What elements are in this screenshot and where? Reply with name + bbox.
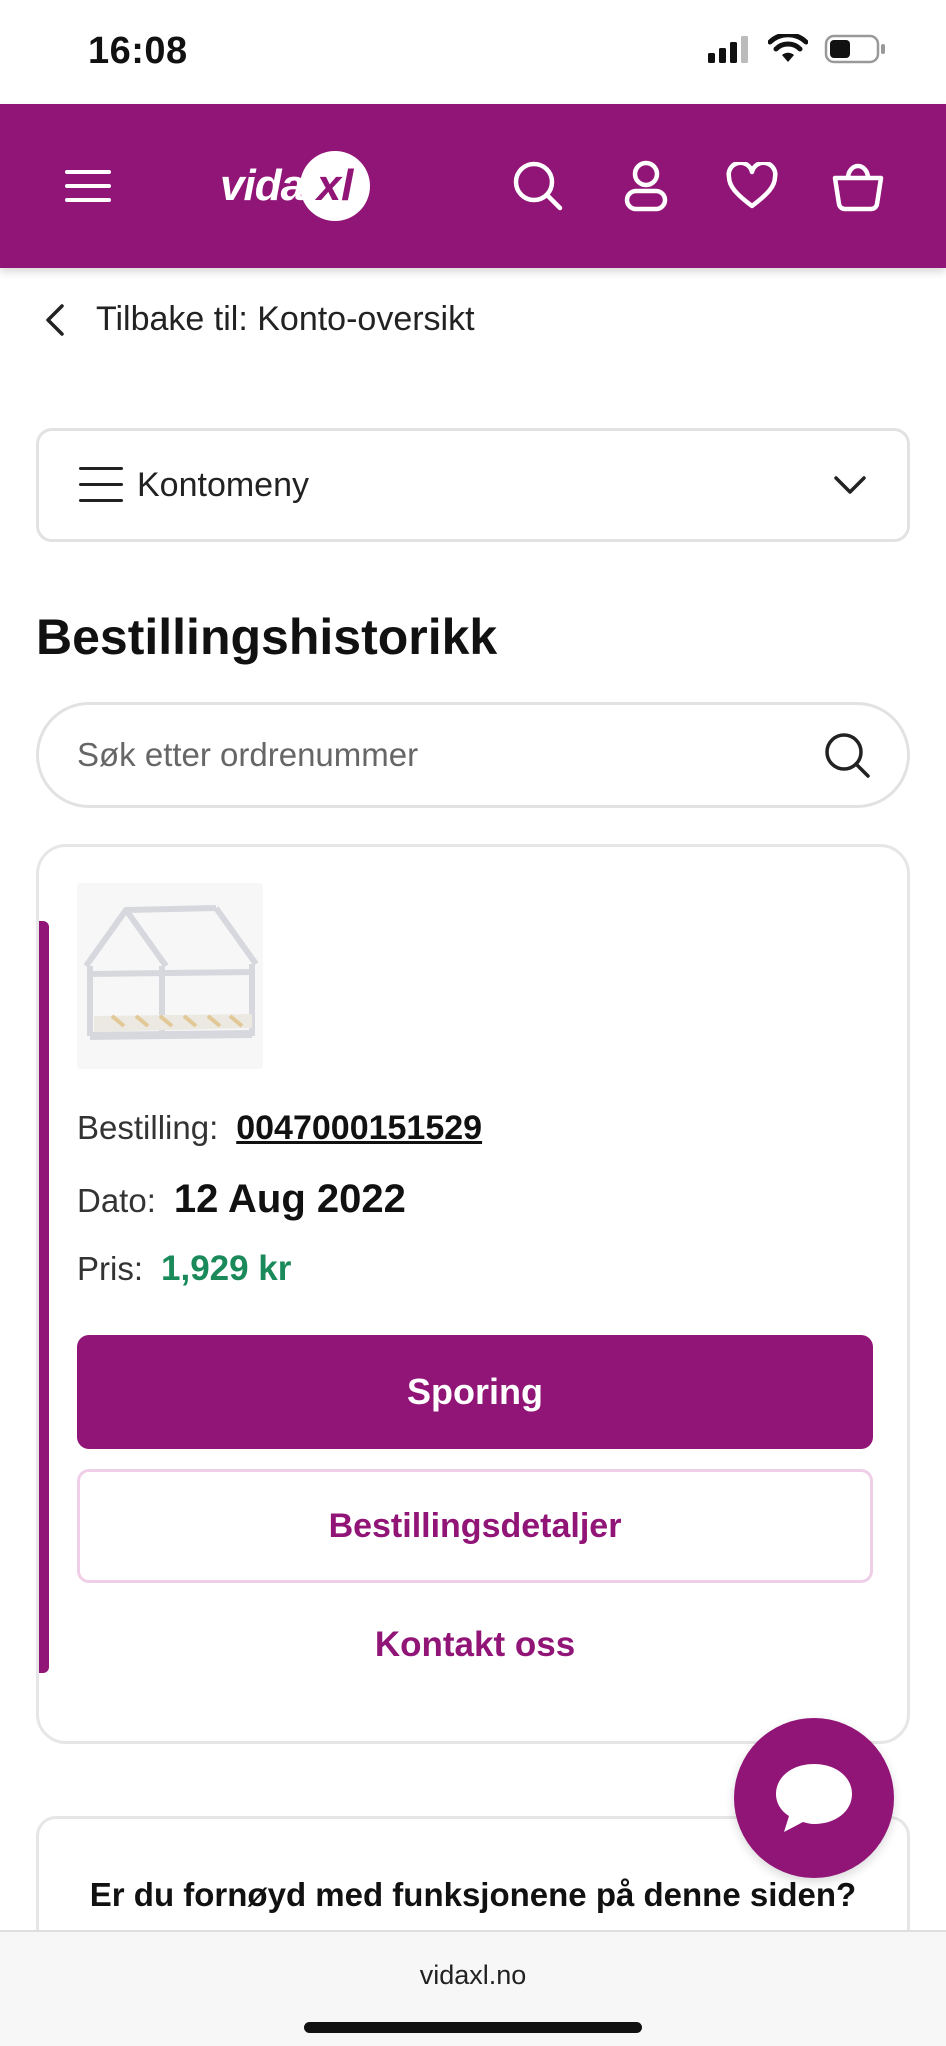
house-bed-image xyxy=(80,886,260,1066)
status-bar: 16:08 xyxy=(0,0,946,104)
account-button[interactable] xyxy=(614,154,678,218)
menu-button[interactable] xyxy=(56,154,120,218)
product-thumbnail[interactable] xyxy=(77,883,263,1069)
feedback-question: Er du fornøyd med funksjonene på denne s… xyxy=(89,1876,857,1913)
home-indicator xyxy=(304,2022,642,2033)
wishlist-button[interactable] xyxy=(720,154,784,218)
order-price-value: 1,929 kr xyxy=(161,1249,292,1288)
chevron-left-icon xyxy=(46,303,64,336)
chat-button[interactable] xyxy=(734,1718,894,1878)
menu-icon xyxy=(65,170,111,202)
page-title: Bestillingshistorikk xyxy=(36,609,498,665)
back-link[interactable]: Tilbake til: Konto-oversikt xyxy=(44,300,475,339)
order-number-row: Bestilling: 0047000151529 xyxy=(77,1109,482,1148)
search-button[interactable] xyxy=(506,154,570,218)
menu-icon xyxy=(79,467,123,502)
order-price-row: Pris: 1,929 kr xyxy=(77,1249,291,1289)
status-icons xyxy=(708,34,886,64)
browser-url[interactable]: vidaxl.no xyxy=(0,1960,946,1991)
search-icon[interactable] xyxy=(823,731,871,779)
order-details-button[interactable]: Bestillingsdetaljer xyxy=(77,1469,873,1583)
order-search-box xyxy=(36,702,910,808)
order-date-row: Dato: 12 Aug 2022 xyxy=(77,1177,406,1222)
order-date-value: 12 Aug 2022 xyxy=(173,1177,406,1221)
order-number-link[interactable]: 0047000151529 xyxy=(236,1109,482,1148)
chevron-down-icon xyxy=(834,476,866,494)
order-card: Bestilling: 0047000151529 Dato: 12 Aug 2… xyxy=(36,844,910,1744)
order-search-input[interactable] xyxy=(77,736,823,774)
logo-xl-badge: xl xyxy=(300,151,371,221)
user-icon xyxy=(624,160,668,212)
battery-icon xyxy=(824,34,885,64)
chat-bubble-icon xyxy=(776,1764,852,1832)
order-accent-bar xyxy=(39,921,49,1673)
wifi-icon xyxy=(768,34,808,62)
vidaxl-logo[interactable]: vida xl xyxy=(220,144,371,228)
account-menu-label: Kontomeny xyxy=(137,465,309,504)
contact-us-link[interactable]: Kontakt oss xyxy=(77,1605,873,1685)
account-menu-dropdown[interactable]: Kontomeny xyxy=(36,428,910,542)
order-price-label: Pris: xyxy=(77,1250,143,1287)
back-link-label: Tilbake til: Konto-oversikt xyxy=(96,300,475,338)
status-time: 16:08 xyxy=(88,30,188,72)
tracking-button[interactable]: Sporing xyxy=(77,1335,873,1449)
basket-icon xyxy=(832,163,884,212)
logo-text: vida xyxy=(220,161,305,210)
search-icon xyxy=(513,161,563,211)
browser-bottom-bar: vidaxl.no xyxy=(0,1930,946,2046)
site-header: vida xl xyxy=(0,104,946,268)
order-date-label: Dato: xyxy=(77,1182,156,1219)
heart-icon xyxy=(726,162,778,209)
basket-button[interactable] xyxy=(826,154,890,218)
order-number-label: Bestilling: xyxy=(77,1109,219,1146)
cellular-signal-icon xyxy=(708,36,748,63)
